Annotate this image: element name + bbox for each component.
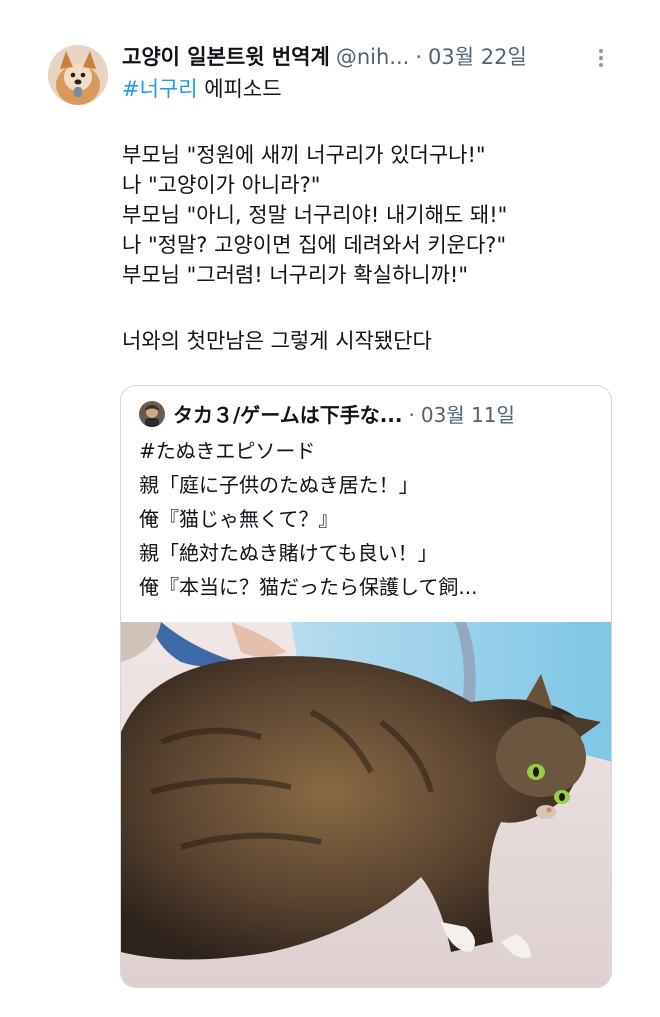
dialogue-line: 부모님 "정원에 새끼 너구리가 있더구나!" xyxy=(122,143,486,167)
quote-line: #たぬきエピソード xyxy=(139,439,316,463)
tweet-title-line: #너구리 에피소드 xyxy=(122,74,602,104)
quote-line: 俺『本当に？猫だったら保護して飼... xyxy=(139,575,478,599)
quote-line: 親「庭に子供のたぬき居た！」 xyxy=(139,473,419,497)
closing-line: 너와의 첫만남은 그렇게 시작됐단다 xyxy=(122,329,432,353)
separator-dot: · xyxy=(408,403,415,427)
author-name[interactable]: 고양이 일본트윗 번역계 xyxy=(122,45,330,69)
tweet[interactable]: 고양이 일본트윗 번역계 @nih... · 03월 22일 #너구리 에피소드 부모… xyxy=(0,0,660,1017)
quote-header: タカ３/ゲームは下手な... · 03월 11일 xyxy=(139,400,515,430)
tweet-header: 고양이 일본트윗 번역계 @nih... · 03월 22일 xyxy=(122,42,527,72)
dialogue-line: 나 "고양이가 아니라?" xyxy=(122,173,321,197)
author-handle[interactable]: @nih... xyxy=(336,45,409,69)
quote-author-name[interactable]: タカ３/ゲームは下手な... xyxy=(173,403,403,427)
quote-text: #たぬきエピソード 親「庭に子供のたぬき居た！」 俺『猫じゃ無くて？』 親「絶対… xyxy=(139,434,599,604)
hashtag-link[interactable]: #너구리 xyxy=(122,77,198,101)
dialogue-line: 부모님 "그러렴! 너구리가 확실하니까!" xyxy=(122,263,468,287)
separator-dot: · xyxy=(415,45,422,69)
tweet-date[interactable]: 03월 22일 xyxy=(428,45,527,69)
dialogue-line: 나 "정말? 고양이면 집에 데려와서 키운다?" xyxy=(122,233,507,257)
author-avatar[interactable] xyxy=(48,45,108,105)
title-text: 에피소드 xyxy=(197,77,282,101)
quote-date[interactable]: 03월 11일 xyxy=(421,403,515,427)
quote-line: 親「絶対たぬき賭けても良い！」 xyxy=(139,541,438,565)
dialogue-line: 부모님 "아니, 정말 너구리야! 내기해도 돼!" xyxy=(122,203,508,227)
cat-photo[interactable] xyxy=(121,622,612,988)
more-vertical-icon[interactable] xyxy=(594,48,608,68)
quote-line: 俺『猫じゃ無くて？』 xyxy=(139,507,339,531)
tweet-text: #너구리 에피소드 부모님 "정원에 새끼 너구리가 있더구나!" 나 "고양이… xyxy=(122,74,602,356)
quote-tweet-card[interactable]: タカ３/ゲームは下手な... · 03월 11일 #たぬきエピソード 親「庭に子供の… xyxy=(120,385,612,988)
quote-author-avatar[interactable] xyxy=(139,401,165,427)
